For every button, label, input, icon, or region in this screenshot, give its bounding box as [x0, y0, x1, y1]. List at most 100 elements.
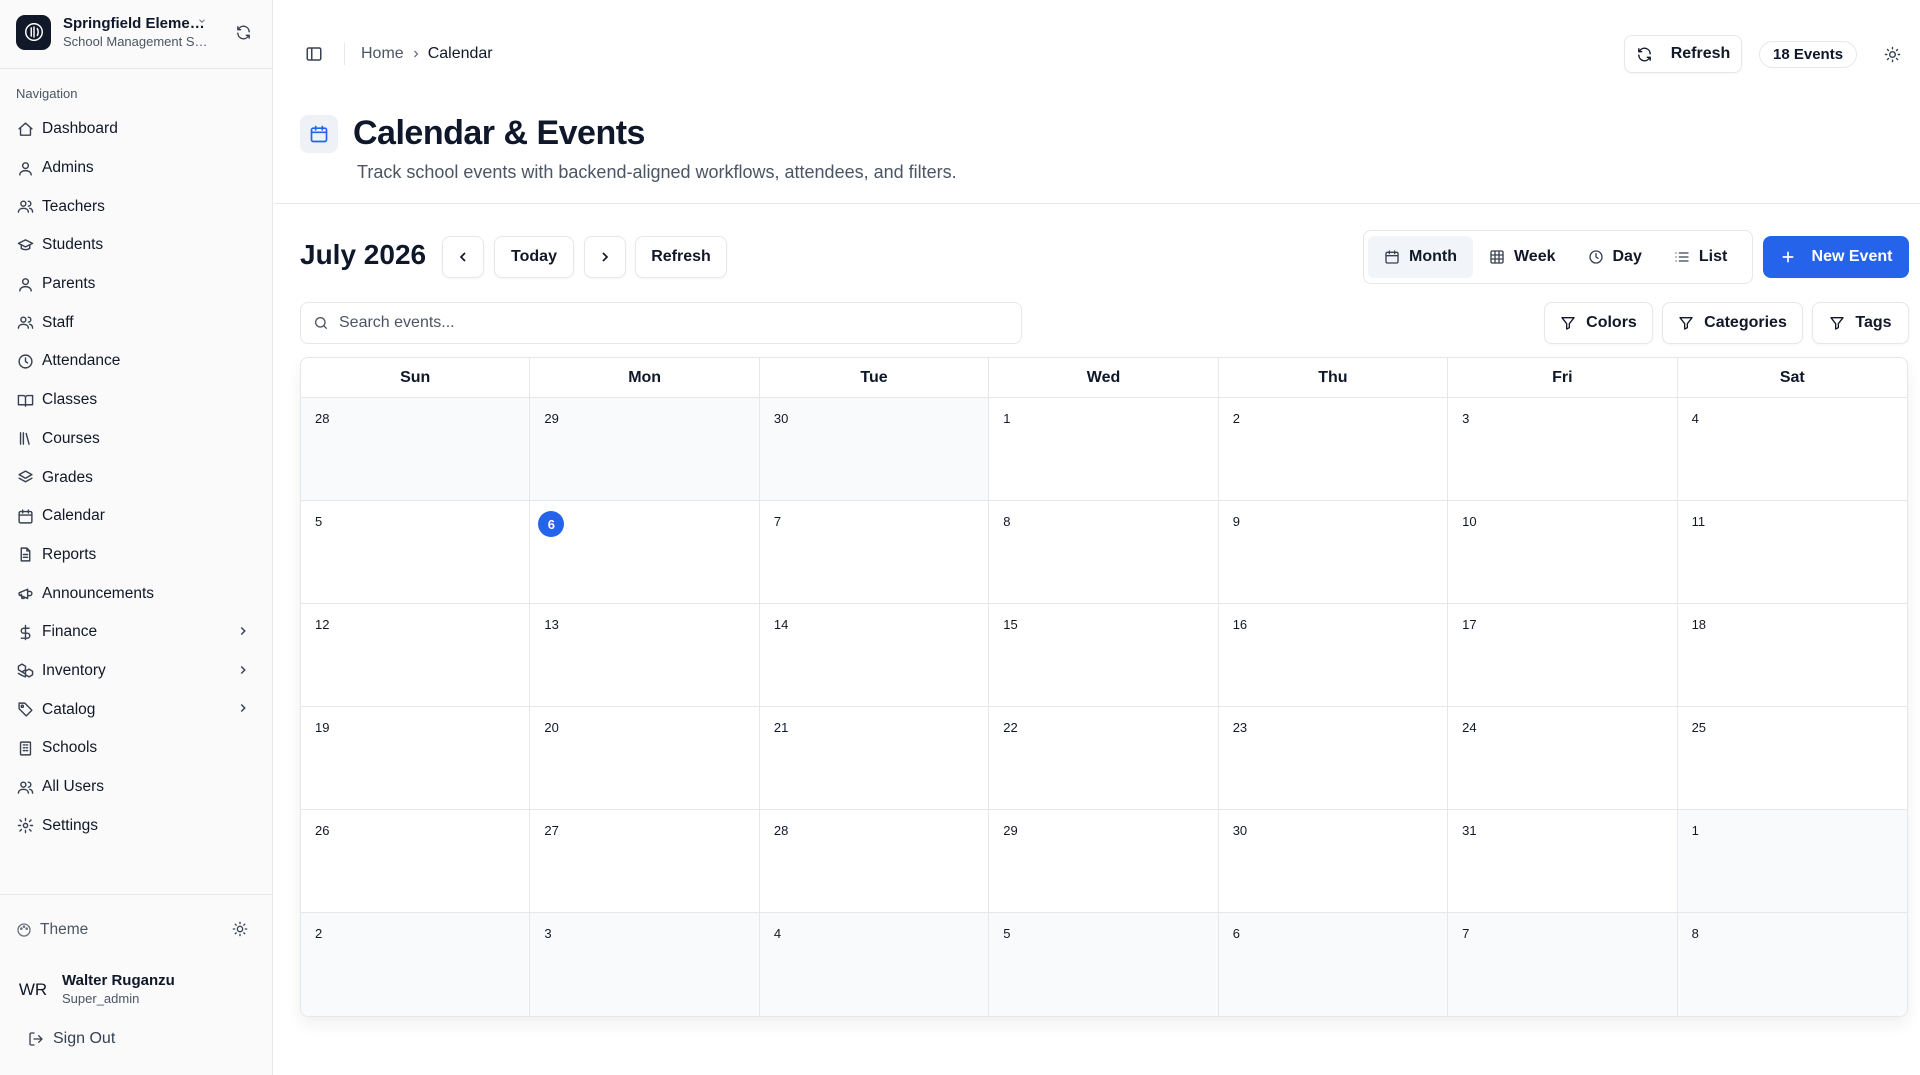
day-cell[interactable]: 22 — [989, 707, 1219, 810]
sidebar-item-staff[interactable]: Staff — [8, 303, 264, 342]
day-cell[interactable]: 4 — [1677, 398, 1907, 501]
chevron-right-icon — [236, 701, 250, 715]
next-month-button[interactable] — [584, 236, 626, 278]
day-cell[interactable]: 1 — [989, 398, 1219, 501]
day-cell[interactable]: 28 — [301, 398, 531, 501]
day-cell[interactable]: 5 — [301, 501, 531, 604]
header-divider — [274, 203, 1920, 204]
sidebar-item-catalog[interactable]: Catalog — [8, 690, 264, 729]
user-profile[interactable]: WR Walter Ruganzu Super_admin — [16, 972, 175, 1007]
day-cell[interactable]: 6 — [530, 501, 760, 604]
view-label: Day — [1612, 248, 1642, 265]
sun-icon[interactable] — [232, 921, 248, 937]
sun-icon[interactable] — [1884, 46, 1901, 63]
sidebar-item-label: Catalog — [42, 700, 96, 718]
sidebar-item-finance[interactable]: Finance — [8, 613, 264, 652]
sidebar-item-announcements[interactable]: Announcements — [8, 574, 264, 613]
view-week-button[interactable]: Week — [1473, 236, 1572, 278]
day-cell[interactable]: 25 — [1677, 707, 1907, 810]
sidebar-item-courses[interactable]: Courses — [8, 420, 264, 459]
chevron-right-icon — [597, 249, 613, 265]
day-cell[interactable]: 2 — [1218, 398, 1449, 501]
day-cell[interactable]: 14 — [759, 604, 990, 707]
day-cell[interactable]: 1 — [1677, 810, 1907, 913]
sidebar-item-schools[interactable]: Schools — [8, 729, 264, 768]
day-cell[interactable]: 24 — [1448, 707, 1678, 810]
sidebar-item-classes[interactable]: Classes — [8, 381, 264, 420]
day-cell[interactable]: 8 — [989, 501, 1219, 604]
day-cell[interactable]: 17 — [1448, 604, 1678, 707]
day-cell[interactable]: 4 — [759, 913, 990, 1016]
view-label: Week — [1513, 248, 1556, 265]
categories-filter-button[interactable]: Categories — [1662, 302, 1803, 344]
view-switcher: Month Week Day List — [1363, 230, 1753, 284]
day-cell[interactable]: 26 — [301, 810, 531, 913]
day-cell[interactable]: 2 — [301, 913, 531, 1016]
day-cell[interactable]: 8 — [1677, 913, 1907, 1016]
day-cell[interactable]: 3 — [530, 913, 760, 1016]
book-open-icon — [16, 391, 34, 409]
breadcrumb-home[interactable]: Home — [361, 45, 404, 63]
day-cell[interactable]: 7 — [759, 501, 990, 604]
day-cell[interactable]: 12 — [301, 604, 531, 707]
view-day-button[interactable]: Day — [1572, 236, 1658, 278]
graduation-cap-icon — [16, 236, 34, 254]
day-cell[interactable]: 13 — [530, 604, 760, 707]
day-cell[interactable]: 3 — [1448, 398, 1678, 501]
day-number: 18 — [1691, 617, 1707, 632]
day-number: 2 — [1232, 411, 1240, 426]
sidebar-item-teachers[interactable]: Teachers — [8, 187, 264, 226]
tags-filter-button[interactable]: Tags — [1812, 302, 1909, 344]
sidebar-item-calendar[interactable]: Calendar — [8, 497, 264, 536]
sidebar-item-label: Students — [42, 236, 104, 254]
day-cell[interactable]: 30 — [1218, 810, 1449, 913]
day-cell[interactable]: 18 — [1677, 604, 1907, 707]
building-icon — [16, 739, 34, 757]
new-event-button[interactable]: New Event — [1763, 236, 1909, 278]
day-cell[interactable]: 30 — [759, 398, 990, 501]
previous-month-button[interactable] — [442, 236, 484, 278]
org-switcher[interactable]: Springfield Elementary School School Man… — [16, 14, 256, 50]
top-refresh-button[interactable]: Refresh — [1624, 35, 1742, 73]
day-cell[interactable]: 29 — [989, 810, 1219, 913]
sidebar-item-inventory[interactable]: Inventory — [8, 652, 264, 691]
day-cell[interactable]: 9 — [1218, 501, 1449, 604]
day-cell[interactable]: 19 — [301, 707, 531, 810]
day-cell[interactable]: 31 — [1448, 810, 1678, 913]
day-cell[interactable]: 6 — [1218, 913, 1449, 1016]
day-cell[interactable]: 7 — [1448, 913, 1678, 1016]
tags-icon — [16, 701, 34, 719]
sidebar-item-reports[interactable]: Reports — [8, 536, 264, 575]
sidebar-item-dashboard[interactable]: Dashboard — [8, 110, 264, 149]
sidebar-item-attendance[interactable]: Attendance — [8, 342, 264, 381]
library-icon — [16, 430, 34, 448]
sidebar-item-all-users[interactable]: All Users — [8, 768, 264, 807]
day-cell[interactable]: 21 — [759, 707, 990, 810]
day-cell[interactable]: 27 — [530, 810, 760, 913]
calendar-refresh-button[interactable]: Refresh — [635, 236, 727, 278]
day-cell[interactable]: 15 — [989, 604, 1219, 707]
day-cell[interactable]: 28 — [759, 810, 990, 913]
day-cell[interactable]: 11 — [1677, 501, 1907, 604]
day-cell[interactable]: 20 — [530, 707, 760, 810]
day-cell[interactable]: 10 — [1448, 501, 1678, 604]
sidebar-item-settings[interactable]: Settings — [8, 806, 264, 845]
gear-icon — [16, 817, 34, 835]
today-button[interactable]: Today — [494, 236, 574, 278]
refresh-icon[interactable] — [229, 18, 257, 46]
colors-filter-button[interactable]: Colors — [1544, 302, 1653, 344]
sidebar-item-students[interactable]: Students — [8, 226, 264, 265]
sidebar-item-parents[interactable]: Parents — [8, 265, 264, 304]
day-cell[interactable]: 23 — [1218, 707, 1449, 810]
view-list-button[interactable]: List — [1658, 236, 1743, 278]
day-number: 30 — [1232, 823, 1248, 838]
sidebar-item-grades[interactable]: Grades — [8, 458, 264, 497]
day-cell[interactable]: 5 — [989, 913, 1219, 1016]
sidebar-item-admins[interactable]: Admins — [8, 149, 264, 188]
search-input[interactable] — [339, 314, 999, 332]
sign-out-button[interactable]: Sign Out — [28, 1030, 115, 1048]
day-cell[interactable]: 29 — [530, 398, 760, 501]
day-cell[interactable]: 16 — [1218, 604, 1449, 707]
view-month-button[interactable]: Month — [1368, 236, 1473, 278]
sidebar-toggle-icon[interactable] — [305, 45, 323, 63]
